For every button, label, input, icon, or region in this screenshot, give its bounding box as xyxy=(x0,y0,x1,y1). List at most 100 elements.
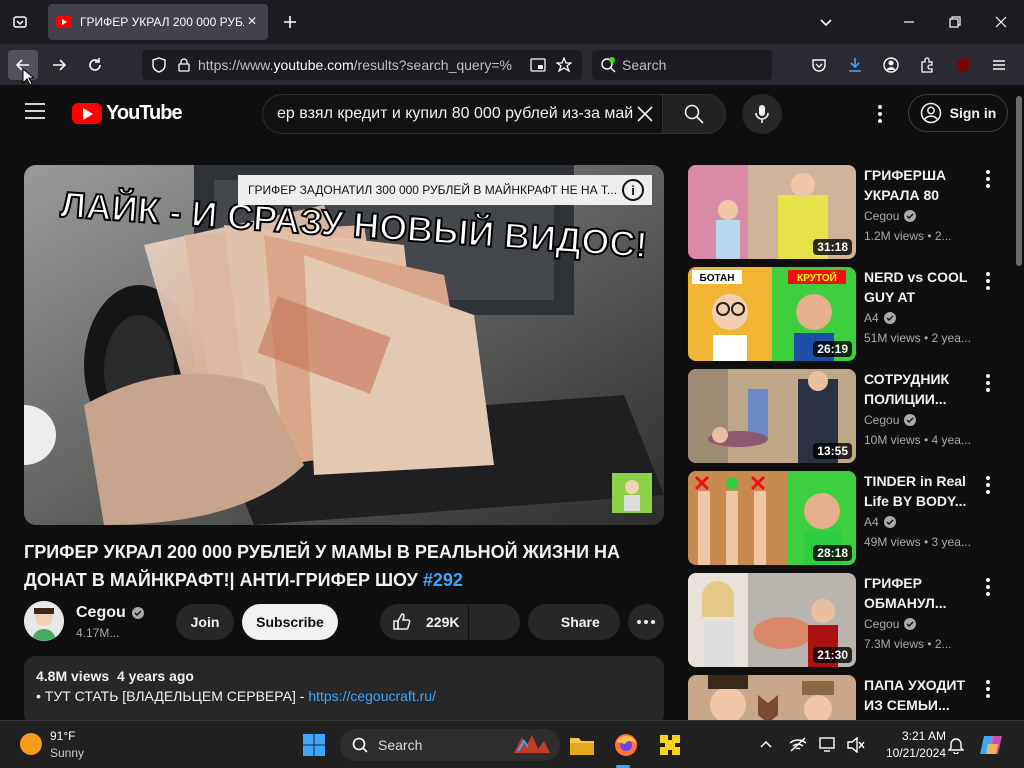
recommendation-channel[interactable]: Cegou xyxy=(864,413,917,427)
recommendation-title[interactable]: ГРИФЕРША УКРАЛА 80 000... xyxy=(864,165,976,205)
youtube-search-input[interactable]: ер взял кредит и купил 80 000 рублей из-… xyxy=(262,94,662,134)
channel-name[interactable]: Cegou xyxy=(76,604,144,622)
description-link[interactable]: https://cegoucraft.ru/ xyxy=(308,688,436,704)
recommendation-channel[interactable]: Cegou xyxy=(864,209,917,223)
extensions-icon[interactable] xyxy=(912,50,942,80)
reload-button[interactable] xyxy=(80,50,110,80)
info-card[interactable]: ГРИФЕР ЗАДОНАТИЛ 300 000 РУБЛЕЙ В МАЙНКР… xyxy=(238,175,652,205)
close-window-icon[interactable] xyxy=(978,8,1024,36)
recommendation-thumbnail[interactable]: 28:18 xyxy=(688,471,856,565)
notification-bell-icon[interactable] xyxy=(940,729,972,761)
recommendation-channel[interactable]: A4 xyxy=(864,515,896,529)
recommendation-item[interactable]: 28:18 TINDER in Real Life BY BODY... A4 … xyxy=(688,471,1008,565)
restore-icon[interactable] xyxy=(932,8,978,36)
pocket-icon[interactable] xyxy=(804,50,834,80)
clock-time[interactable]: 3:21 AM xyxy=(868,729,946,743)
bookmark-star-icon[interactable] xyxy=(556,57,572,73)
dislike-button[interactable]: · xyxy=(469,604,520,640)
recommendation-title[interactable]: TINDER in Real Life BY BODY... xyxy=(864,471,976,511)
menu-icon[interactable] xyxy=(984,50,1014,80)
voice-search-button[interactable] xyxy=(742,94,782,134)
forward-button[interactable] xyxy=(44,50,74,80)
weather-temperature[interactable]: 91°F xyxy=(50,729,75,743)
taskbar-search[interactable]: Search xyxy=(340,729,560,761)
sun-weather-icon[interactable] xyxy=(20,733,42,755)
windows-start-icon[interactable] xyxy=(298,729,330,761)
browser-nav-bar: https://www.youtube.com/results?search_q… xyxy=(0,44,1024,105)
firefox-icon[interactable] xyxy=(610,729,642,761)
list-all-tabs-icon[interactable] xyxy=(6,8,34,36)
network-icon[interactable] xyxy=(782,729,814,761)
windows-taskbar: 91°F Sunny Search 3:21 AM 10/21/2024 xyxy=(0,720,1024,768)
more-actions-button[interactable] xyxy=(628,604,664,640)
chevron-down-icon[interactable] xyxy=(812,8,840,36)
active-tab[interactable]: ГРИФЕР УКРАЛ 200 000 РУБЛЕЙ × xyxy=(48,4,268,40)
shield-icon[interactable] xyxy=(152,57,166,73)
recommendation-item[interactable]: ПАПА УХОДИТ ИЗ СЕМЬИ... xyxy=(688,675,1008,720)
close-tab-icon[interactable]: × xyxy=(244,13,260,31)
hamburger-menu-icon[interactable] xyxy=(24,102,46,120)
recommendation-thumbnail[interactable]: 31:18 xyxy=(688,165,856,259)
share-label: Share xyxy=(560,614,600,630)
recommendation-stats: 1.2M views • 2... xyxy=(864,229,952,243)
video-player[interactable]: ЛАЙК - И СРАЗУ НОВЫЙ ВИДОС! xyxy=(24,165,664,525)
downloads-icon[interactable] xyxy=(840,50,870,80)
ublock-icon[interactable] xyxy=(948,50,978,80)
verified-icon xyxy=(883,312,896,324)
url-bar[interactable]: https://www.youtube.com/results?search_q… xyxy=(142,50,582,80)
info-card-text: ГРИФЕР ЗАДОНАТИЛ 300 000 РУБЛЕЙ В МАЙНКР… xyxy=(248,183,617,197)
search-highlight-icon xyxy=(510,733,554,757)
channel-avatar[interactable] xyxy=(24,601,64,641)
clear-search-icon[interactable] xyxy=(636,105,654,123)
recommendation-item[interactable]: 31:18 ГРИФЕРША УКРАЛА 80 000... Cegou 1.… xyxy=(688,165,1008,259)
subscribe-button[interactable]: Subscribe xyxy=(242,604,338,640)
copilot-icon[interactable] xyxy=(976,729,1008,761)
like-button[interactable]: 229K xyxy=(380,604,468,640)
recommendation-thumbnail[interactable]: 13:55 xyxy=(688,369,856,463)
picture-in-picture-icon[interactable] xyxy=(530,58,546,72)
description-box[interactable]: 4.8M views 4 years ago • ТУТ СТАТЬ [ВЛАД… xyxy=(24,656,664,726)
recommendation-channel[interactable]: A4 xyxy=(864,311,896,325)
app-puzzle-icon[interactable] xyxy=(654,729,686,761)
minimize-icon[interactable] xyxy=(886,8,932,36)
recommendation-thumbnail[interactable] xyxy=(688,675,856,720)
more-vertical-icon[interactable] xyxy=(980,677,996,701)
file-explorer-icon[interactable] xyxy=(566,729,598,761)
account-icon[interactable] xyxy=(876,50,906,80)
browser-search-field[interactable]: Search xyxy=(592,50,772,80)
recommendation-thumbnail[interactable]: БОТАН КРУТОЙ 26:19 xyxy=(688,267,856,361)
recommendation-thumbnail[interactable]: 21:30 xyxy=(688,573,856,667)
more-vertical-icon[interactable] xyxy=(980,167,996,191)
duration-badge: 28:18 xyxy=(813,545,852,561)
new-tab-icon[interactable] xyxy=(276,8,304,36)
sign-in-button[interactable]: Sign in xyxy=(908,94,1008,132)
chevron-up-icon[interactable] xyxy=(750,729,782,761)
video-title-text: ГРИФЕР УКРАЛ 200 000 РУБЛЕЙ У МАМЫ В РЕА… xyxy=(24,542,621,590)
more-vertical-icon[interactable] xyxy=(980,269,996,293)
scrollbar-thumb[interactable] xyxy=(1016,96,1022,266)
recommendation-title[interactable]: СОТРУДНИК ПОЛИЦИИ... xyxy=(864,369,976,409)
duration-badge: 21:30 xyxy=(813,647,852,663)
recommendation-item[interactable]: 13:55 СОТРУДНИК ПОЛИЦИИ... Cegou 10M vie… xyxy=(688,369,1008,463)
more-vertical-icon[interactable] xyxy=(980,473,996,497)
search-button[interactable] xyxy=(662,94,726,134)
recommendation-item[interactable]: БОТАН КРУТОЙ 26:19 NERD vs COOL GUY AT SC… xyxy=(688,267,1008,361)
recommendation-title[interactable]: ПАПА УХОДИТ ИЗ СЕМЬИ... xyxy=(864,675,976,715)
weather-description[interactable]: Sunny xyxy=(50,746,84,760)
join-button[interactable]: Join xyxy=(176,604,234,640)
channel-text: Cegou xyxy=(864,413,900,427)
recommendation-title[interactable]: ГРИФЕР ОБМАНУЛ... xyxy=(864,573,976,613)
youtube-logo[interactable]: YouTube xyxy=(72,102,183,125)
recommendation-channel[interactable]: Cegou xyxy=(864,617,917,631)
more-vertical-icon[interactable] xyxy=(980,575,996,599)
search-query: ер взял кредит и купил 80 000 рублей из-… xyxy=(277,105,634,122)
clock-date[interactable]: 10/21/2024 xyxy=(868,746,946,760)
video-hashtag[interactable]: #292 xyxy=(423,570,463,590)
more-vertical-icon[interactable] xyxy=(980,371,996,395)
lock-icon[interactable] xyxy=(178,58,190,72)
share-button[interactable]: · Share xyxy=(528,604,620,640)
recommendation-title[interactable]: NERD vs COOL GUY AT SCHOO... xyxy=(864,267,976,307)
recommendation-item[interactable]: 21:30 ГРИФЕР ОБМАНУЛ... Cegou 7.3M views… xyxy=(688,573,1008,667)
info-icon[interactable]: i xyxy=(622,179,644,201)
settings-more-icon[interactable] xyxy=(872,102,888,126)
